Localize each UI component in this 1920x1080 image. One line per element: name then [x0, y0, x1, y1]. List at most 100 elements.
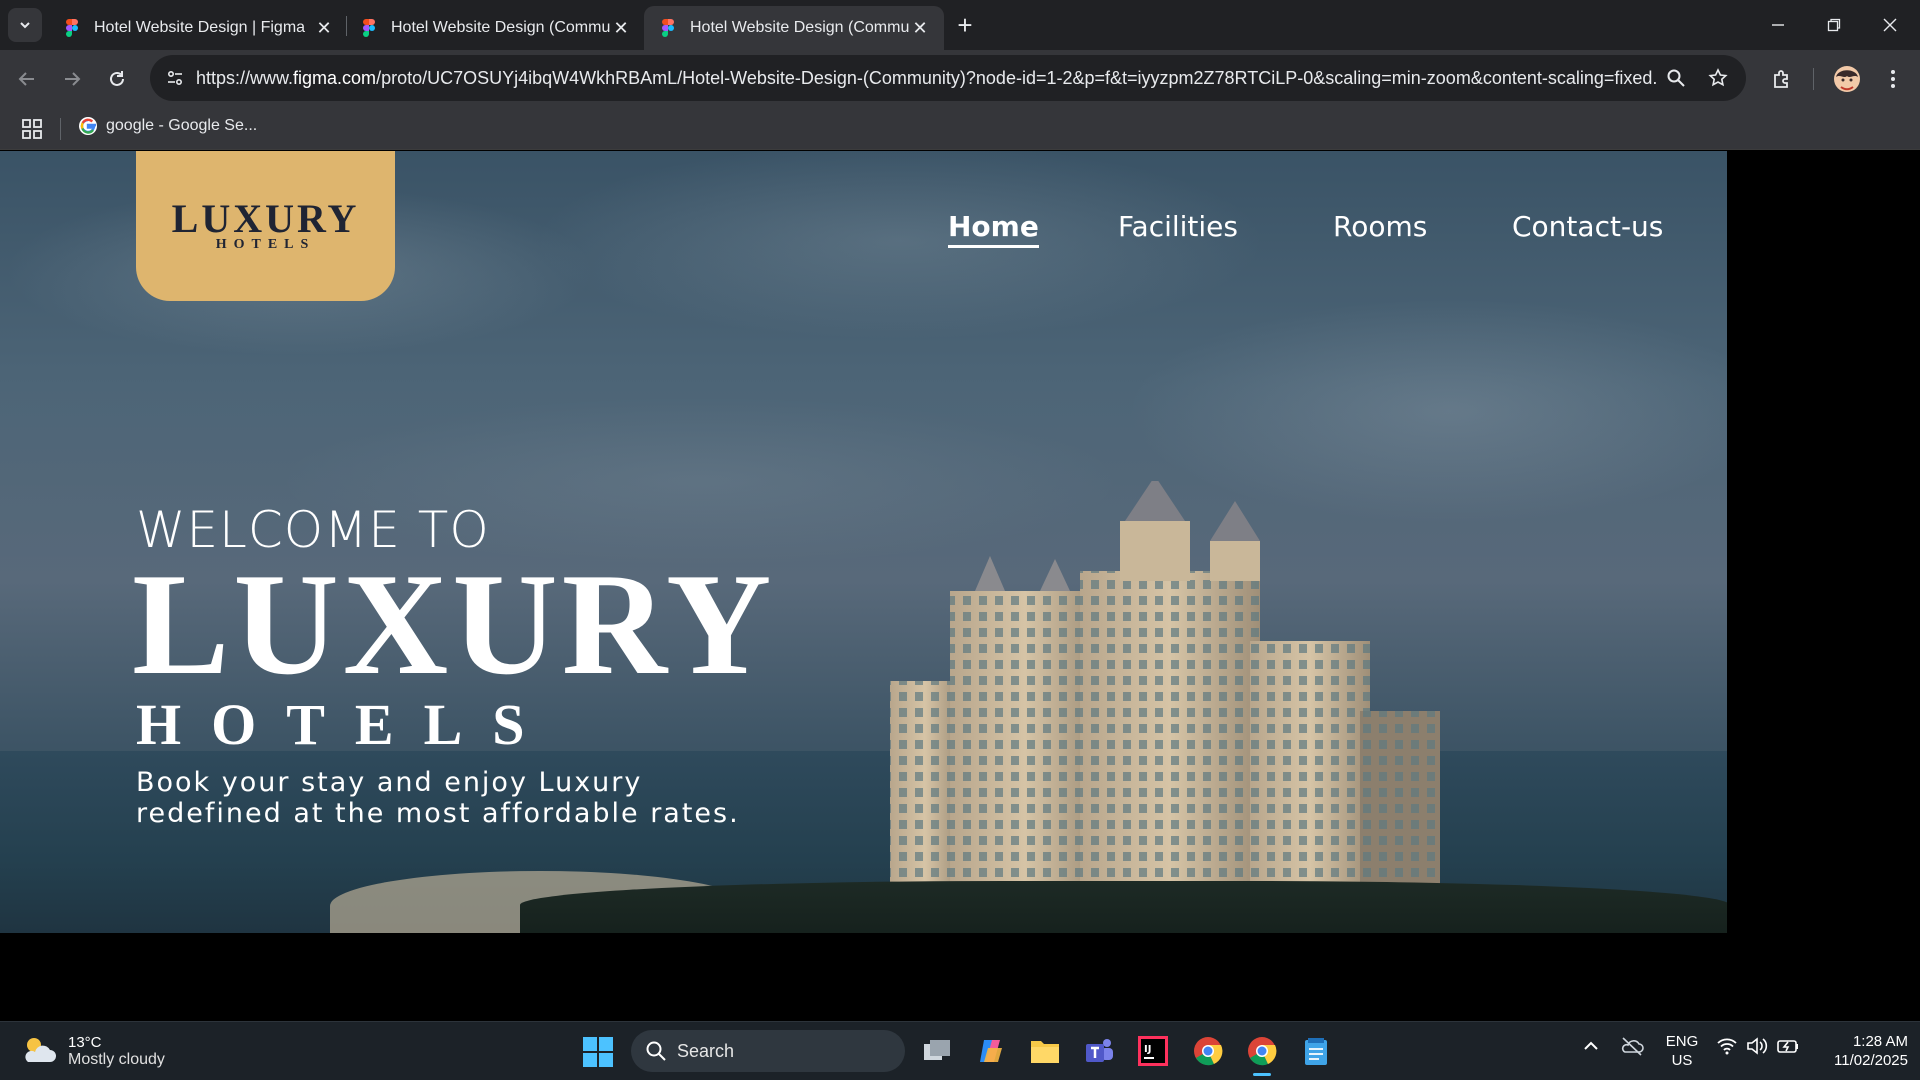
url-path: /proto/UC7OSUYj4ibqW4WkhRBAmL/Hotel-Webs…: [376, 68, 1656, 88]
wifi-icon: [1717, 1038, 1737, 1055]
toolbar-divider: [1813, 68, 1814, 90]
nav-rooms[interactable]: Rooms: [1333, 210, 1427, 243]
speaker-icon: [1747, 1037, 1768, 1055]
url-text[interactable]: https://www.figma.com/proto/UC7OSUYj4ibq…: [196, 68, 1656, 89]
back-button[interactable]: [10, 62, 44, 96]
arrow-left-icon: [18, 72, 34, 86]
battery-icon: [1777, 1040, 1798, 1053]
bookmark-label: google - Google Se...: [106, 117, 258, 134]
kebab-menu-icon: [1891, 70, 1895, 88]
figma-icon: [662, 19, 674, 37]
browser-tab-strip: Hotel Website Design | Figma ✕ Hotel Web…: [0, 0, 1920, 50]
hero-section: LUXURY HOTELS Home Facilities Rooms Cont…: [0, 151, 1727, 933]
volume-tray-icon[interactable]: [1746, 1036, 1768, 1061]
close-tab-icon[interactable]: ✕: [314, 18, 334, 38]
weather-temperature: 13°C: [68, 1033, 102, 1051]
tab-title: Hotel Website Design (Commu: [690, 19, 910, 36]
menu-button[interactable]: [1876, 62, 1910, 96]
nav-home[interactable]: Home: [948, 210, 1039, 248]
nav-contact-us[interactable]: Contact-us: [1512, 210, 1663, 243]
page-viewport: LUXURY HOTELS Home Facilities Rooms Cont…: [0, 151, 1920, 1021]
tab-title: Hotel Website Design (Commu: [391, 19, 611, 36]
intellij-button[interactable]: IJ: [1134, 1032, 1172, 1070]
logo-title: LUXURY: [171, 196, 360, 241]
task-view-icon: [924, 1040, 950, 1060]
hero-tagline: Book your stay and enjoy Luxury redefine…: [136, 767, 836, 829]
teams-button[interactable]: [1080, 1032, 1118, 1070]
apps-grid-icon[interactable]: [20, 117, 44, 141]
onedrive-tray-icon[interactable]: [1620, 1036, 1644, 1061]
cloudy-weather-icon: [25, 1038, 56, 1062]
browser-tab-2[interactable]: Hotel Website Design (Commu ✕: [345, 6, 645, 50]
hotel-building-image: [890, 481, 1440, 933]
folder-icon: [1031, 1041, 1059, 1063]
restore-button[interactable]: [1806, 0, 1862, 50]
tab-search-button[interactable]: [8, 8, 42, 42]
task-view-button[interactable]: [918, 1032, 956, 1070]
show-hidden-icons-button[interactable]: [1582, 1036, 1600, 1061]
copilot-icon: [980, 1040, 1002, 1062]
battery-tray-icon[interactable]: [1776, 1036, 1800, 1061]
chrome-icon: [1248, 1037, 1277, 1066]
minimize-icon: [1772, 24, 1784, 26]
bookmarks-divider: [60, 118, 61, 140]
forward-button[interactable]: [55, 62, 89, 96]
close-tab-icon[interactable]: ✕: [910, 18, 930, 38]
weather-condition: Mostly cloudy: [68, 1050, 165, 1068]
restore-icon: [1827, 18, 1841, 32]
close-icon: [1883, 18, 1897, 32]
file-explorer-button[interactable]: [1026, 1032, 1064, 1070]
weather-widget[interactable]: 13°C Mostly cloudy: [20, 1032, 165, 1070]
chevron-down-icon: [20, 22, 30, 29]
reload-button[interactable]: [100, 62, 134, 96]
google-icon: [79, 117, 97, 135]
new-tab-button[interactable]: +: [950, 10, 980, 40]
tagline-line-1: Book your stay and enjoy Luxury: [136, 767, 643, 798]
clock[interactable]: 1:28 AM 11/02/2025: [1812, 1032, 1908, 1070]
profile-avatar[interactable]: [1830, 62, 1864, 96]
bookmarks-bar: google - Google Se...: [0, 108, 1920, 150]
close-tab-icon[interactable]: ✕: [611, 18, 631, 38]
chrome-icon: [1194, 1037, 1223, 1066]
tab-title: Hotel Website Design | Figma: [94, 19, 306, 36]
cloud-off-icon: [1621, 1037, 1644, 1056]
address-bar[interactable]: https://www.figma.com/proto/UC7OSUYj4ibq…: [150, 55, 1746, 101]
arrow-right-icon: [65, 72, 81, 86]
search-placeholder: Search: [677, 1040, 735, 1061]
figma-icon: [66, 19, 78, 37]
extensions-button[interactable]: [1765, 62, 1799, 96]
browser-tab-1[interactable]: Hotel Website Design | Figma ✕: [48, 6, 348, 50]
puzzle-icon: [1774, 70, 1788, 88]
bookmark-google[interactable]: google - Google Se...: [78, 116, 257, 136]
clock-time: 1:28 AM: [1852, 1033, 1908, 1050]
zoom-icon[interactable]: [1662, 64, 1690, 92]
notepad-icon: [1305, 1038, 1327, 1065]
site-info-icon[interactable]: [160, 63, 190, 93]
figma-icon: [363, 19, 375, 37]
teams-icon: [1086, 1039, 1113, 1062]
svg-text:IJ: IJ: [1144, 1044, 1151, 1055]
clock-date: 11/02/2025: [1834, 1052, 1908, 1069]
chrome-button[interactable]: [1189, 1032, 1227, 1070]
chrome-active-button[interactable]: [1243, 1032, 1281, 1076]
notepad-button[interactable]: [1297, 1032, 1335, 1070]
close-window-button[interactable]: [1862, 0, 1918, 50]
browser-tab-3[interactable]: Hotel Website Design (Commu ✕: [644, 6, 944, 50]
hero-subtitle: HOTELS: [136, 692, 555, 757]
palm-trees-background: [520, 881, 1727, 933]
windows-start-icon[interactable]: [582, 1036, 614, 1068]
language-indicator[interactable]: ENG US: [1664, 1032, 1700, 1070]
url-prefix: https://www.: [196, 68, 294, 88]
logo-subtitle: HOTELS: [215, 237, 316, 252]
minimize-button[interactable]: [1750, 0, 1806, 50]
nav-facilities[interactable]: Facilities: [1118, 210, 1238, 243]
language-code: ENG: [1665, 1033, 1699, 1050]
language-region: US: [1671, 1052, 1693, 1069]
search-icon: [646, 1041, 666, 1061]
wifi-tray-icon[interactable]: [1716, 1036, 1738, 1061]
avatar-icon: [1834, 66, 1860, 92]
taskbar-search-box[interactable]: Search: [631, 1030, 905, 1072]
copilot-button[interactable]: [972, 1032, 1010, 1070]
hotel-logo[interactable]: LUXURY HOTELS: [136, 151, 395, 301]
bookmark-star-icon[interactable]: [1704, 64, 1732, 92]
